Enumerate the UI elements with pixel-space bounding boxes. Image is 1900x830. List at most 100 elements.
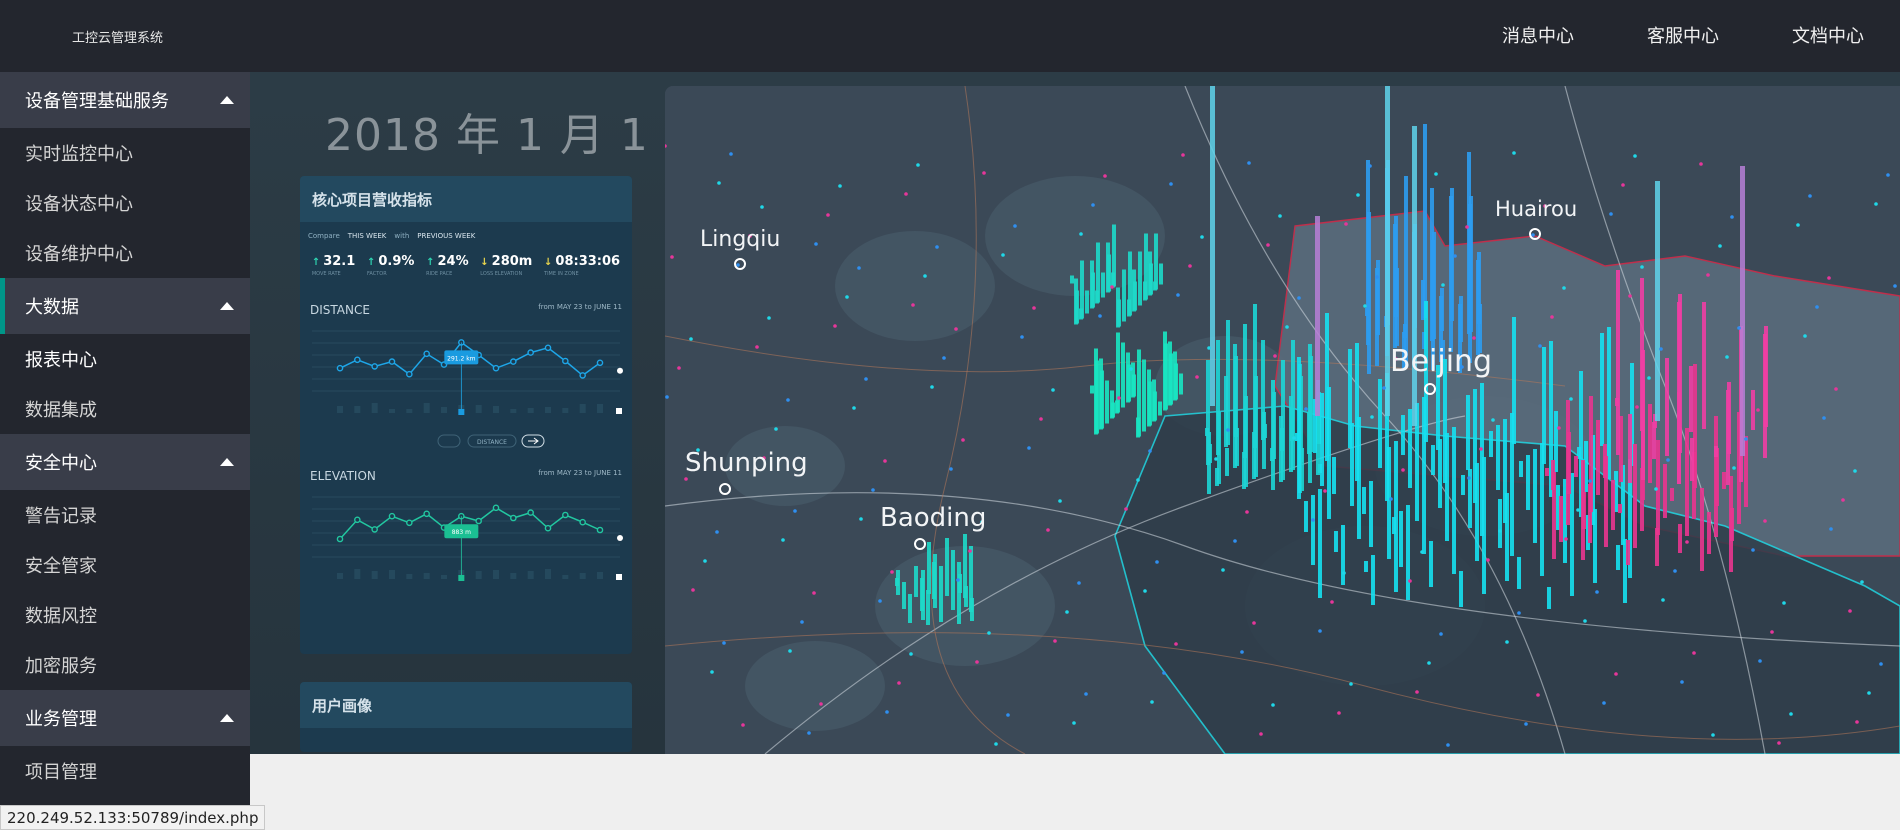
sidebar-item-projects[interactable]: 项目管理 [0, 746, 250, 796]
end-marker [617, 535, 623, 541]
data-dot [1860, 580, 1864, 584]
data-bar [1459, 571, 1463, 607]
data-bar [1714, 416, 1718, 537]
data-dot [1155, 560, 1159, 564]
data-dot [1614, 672, 1618, 676]
data-dot [1013, 224, 1017, 228]
data-dot [1777, 741, 1781, 745]
data-dot [883, 459, 887, 463]
data-bar [1727, 382, 1731, 454]
city-label: Shunping [685, 448, 808, 478]
sidebar-item-alerts[interactable]: 警告记录 [0, 490, 250, 540]
volume-bar [579, 573, 586, 579]
data-dot [1531, 233, 1535, 237]
elevation-chart: 883 m [312, 496, 623, 581]
data-dot [1200, 235, 1204, 239]
nav-messages[interactable]: 消息中心 [1429, 22, 1574, 48]
data-dot [1673, 569, 1677, 573]
sidebar-group-label: 业务管理 [25, 709, 97, 730]
elevation-range[interactable]: from MAY 23 to JUNE 11 [538, 469, 622, 483]
compare-previous-week[interactable]: PREVIOUS WEEK [417, 232, 475, 240]
data-dot [1666, 458, 1670, 462]
data-dot [1848, 609, 1852, 613]
data-dot [1512, 151, 1516, 155]
data-dot [935, 245, 939, 249]
data-bar [1079, 308, 1083, 320]
data-dot [1635, 405, 1639, 409]
data-bar [1291, 340, 1295, 470]
arrow-right-icon [528, 437, 539, 445]
data-bar [1094, 348, 1098, 435]
volume-bar [441, 575, 447, 579]
nav-support[interactable]: 客服中心 [1574, 22, 1719, 48]
data-bar [1115, 400, 1119, 414]
sidebar-item-guard[interactable]: 安全管家 [0, 540, 250, 590]
volume-bar [597, 572, 603, 579]
data-dot [1434, 172, 1438, 176]
sidebar-group-bigdata[interactable]: 大数据 [0, 278, 250, 334]
sidebar-group-security[interactable]: 安全中心 [0, 434, 250, 490]
data-bar [1179, 373, 1183, 395]
data-dot [1240, 650, 1244, 654]
end-marker [617, 367, 623, 374]
sidebar-item-reports[interactable]: 报表中心 [0, 334, 250, 384]
data-bar [1309, 356, 1313, 452]
beijing-map[interactable]: Lingqiu Huairou Beijing Shunping Baoding [665, 86, 1900, 754]
data-bar [1700, 488, 1704, 571]
data-bar [1670, 488, 1674, 501]
data-dot [1498, 529, 1502, 533]
data-dot [1782, 601, 1786, 605]
data-dot [1110, 285, 1114, 289]
data-dot [1595, 590, 1599, 594]
data-dot [722, 641, 726, 645]
sidebar-item-monitor[interactable]: 实时监控中心 [0, 128, 250, 178]
data-bar [1235, 428, 1239, 466]
data-dot [852, 406, 856, 410]
data-dot [1633, 154, 1637, 158]
sidebar-group-device[interactable]: 设备管理基础服务 [0, 72, 250, 128]
data-bar [1136, 417, 1140, 438]
data-bar [1154, 233, 1158, 290]
compare-this-week[interactable]: THIS WEEK [348, 232, 387, 240]
data-dot [1439, 632, 1443, 636]
data-bar [1628, 414, 1632, 483]
sidebar-item-status[interactable]: 设备状态中心 [0, 178, 250, 228]
sidebar-item-maintenance[interactable]: 设备维护中心 [0, 228, 250, 278]
sidebar-item-integration[interactable]: 数据集成 [0, 384, 250, 434]
sidebar-item-encryption[interactable]: 加密服务 [0, 640, 250, 690]
sidebar-group-business[interactable]: 业务管理 [0, 690, 250, 746]
range-to-label: to [584, 303, 592, 311]
data-point [579, 372, 586, 379]
data-bar [958, 574, 962, 593]
data-dot [1737, 326, 1741, 330]
data-dot [786, 398, 790, 402]
data-point [510, 358, 517, 365]
data-dot [1169, 182, 1173, 186]
data-dot [1401, 468, 1405, 472]
range-to-label: to [584, 469, 592, 477]
distance-range[interactable]: from MAY 23 to JUNE 11 [538, 303, 622, 317]
data-bar [1304, 501, 1308, 532]
chart-toggle[interactable]: DISTANCE [437, 434, 545, 448]
data-bar [1505, 493, 1509, 581]
data-bar [1496, 425, 1500, 490]
data-dot [1770, 630, 1774, 634]
data-bar [1498, 499, 1502, 548]
app-title: 工控云管理系统 [72, 31, 164, 46]
data-bar [1618, 504, 1622, 513]
data-bar [1593, 509, 1597, 583]
data-bar [1138, 251, 1142, 306]
arrow-up-icon: ↑ [426, 257, 435, 268]
volume-bar [389, 409, 395, 413]
data-bar [1423, 124, 1427, 318]
nav-docs[interactable]: 文档中心 [1719, 22, 1864, 48]
data-point [423, 350, 430, 358]
data-bar [1596, 420, 1600, 495]
data-dot [1446, 743, 1450, 747]
data-bar [1263, 424, 1267, 438]
data-dot [812, 591, 816, 595]
sidebar-item-risk[interactable]: 数据风控 [0, 590, 250, 640]
top-header: 工控云管理系统 消息中心 客服中心 文档中心 [0, 0, 1900, 72]
data-bar [1533, 449, 1537, 543]
data-dot [1020, 335, 1024, 339]
